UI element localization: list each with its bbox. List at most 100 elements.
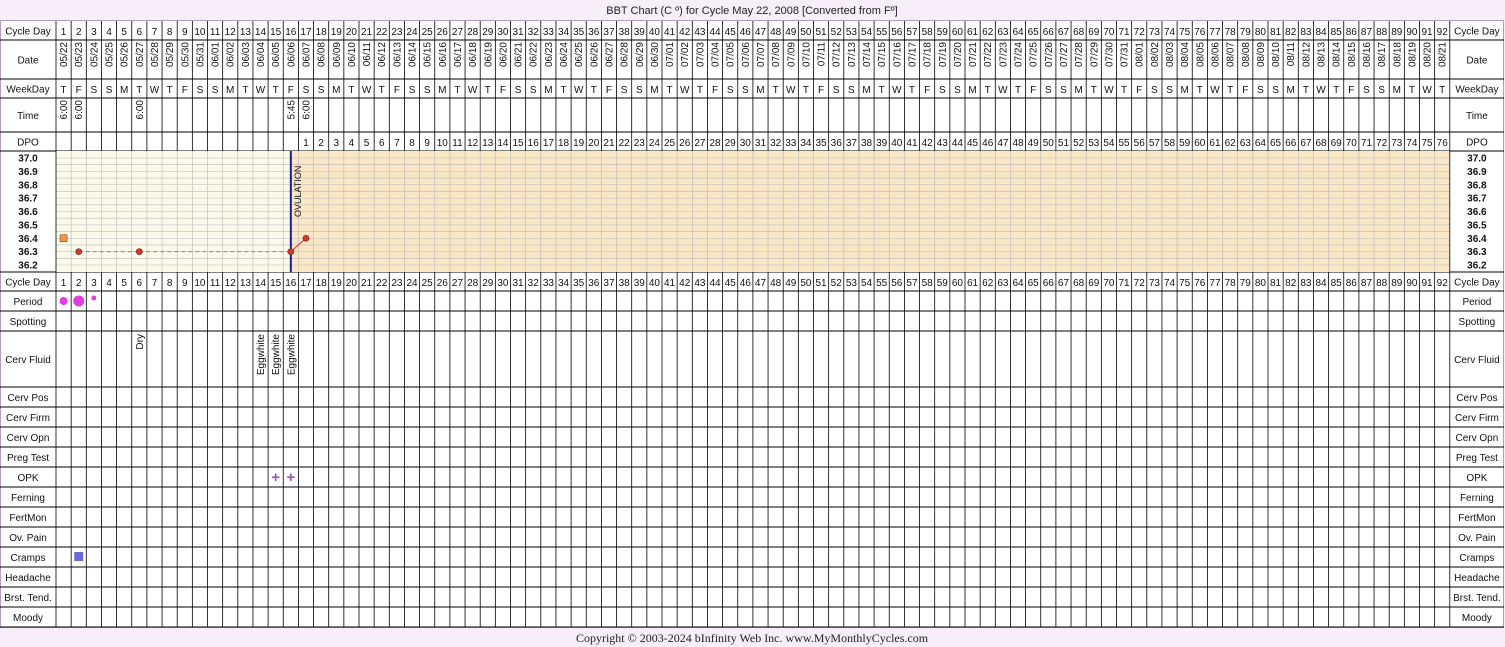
time-label: 6:00 xyxy=(301,100,312,120)
date-label: 08/19 xyxy=(1407,42,1418,67)
cycle-day-label: 13 xyxy=(240,27,252,38)
cycle-day-label: 92 xyxy=(1437,27,1449,38)
row-label-headache: Headache xyxy=(5,573,51,584)
cycle-day-label: 83 xyxy=(1300,27,1312,38)
cycle-day-label-bottom: 31 xyxy=(513,278,525,289)
cycle-day-label-bottom: 24 xyxy=(406,278,418,289)
dpo-label: 12 xyxy=(467,138,479,149)
cerv-fluid-label: Eggwhite xyxy=(256,334,267,376)
cycle-day-label: 40 xyxy=(649,27,661,38)
dpo-label: 17 xyxy=(543,138,555,149)
dpo-label: 23 xyxy=(634,138,646,149)
dpo-label: 57 xyxy=(1149,138,1161,149)
cycle-day-label-bottom: 23 xyxy=(391,278,403,289)
row-label-right-cycle-day: Cycle Day xyxy=(1454,27,1500,38)
dpo-label: 69 xyxy=(1331,138,1343,149)
dpo-label: 54 xyxy=(1103,138,1115,149)
cycle-day-label-bottom: 33 xyxy=(543,278,555,289)
cycle-day-label: 52 xyxy=(831,27,843,38)
cycle-day-label: 21 xyxy=(361,27,373,38)
cycle-day-label: 87 xyxy=(1361,27,1373,38)
weekday-label: S xyxy=(636,85,643,96)
weekday-label: T xyxy=(909,85,915,96)
cycle-day-label: 5 xyxy=(121,27,127,38)
dpo-label: 53 xyxy=(1088,138,1100,149)
y-tick-label: 36.5 xyxy=(18,220,38,231)
temp-point xyxy=(287,248,295,255)
date-label: 06/23 xyxy=(544,42,555,67)
y-tick-label: 36.4 xyxy=(18,234,38,245)
date-label: 07/23 xyxy=(998,42,1009,67)
cycle-day-label-bottom: 18 xyxy=(316,278,328,289)
cycle-day-label: 26 xyxy=(437,27,449,38)
weekday-label: W xyxy=(998,85,1008,96)
open-temp-marker xyxy=(59,234,68,243)
weekday-label: M xyxy=(1181,85,1189,96)
date-label: 06/06 xyxy=(286,42,297,67)
weekday-label: F xyxy=(182,85,188,96)
period-dot xyxy=(91,295,97,301)
cycle-day-label: 36 xyxy=(588,27,600,38)
weekday-label: T xyxy=(167,85,173,96)
weekday-label: S xyxy=(1045,85,1052,96)
cycle-day-label: 85 xyxy=(1331,27,1343,38)
date-label: 07/03 xyxy=(695,42,706,67)
cycle-day-label: 56 xyxy=(891,27,903,38)
row-label-right-ferning: Ferning xyxy=(1460,493,1494,504)
cycle-day-label: 33 xyxy=(543,27,555,38)
time-label: 6:00 xyxy=(135,100,146,120)
dpo-label: 59 xyxy=(1179,138,1191,149)
cycle-day-label: 79 xyxy=(1240,27,1252,38)
cycle-day-label-bottom: 14 xyxy=(255,278,267,289)
weekday-label: M xyxy=(1287,85,1295,96)
cycle-day-label-bottom: 36 xyxy=(588,278,600,289)
dpo-label: 36 xyxy=(831,138,843,149)
cycle-day-label: 90 xyxy=(1406,27,1418,38)
date-label: 06/14 xyxy=(408,42,419,67)
y-tick-label-right: 36.3 xyxy=(1467,247,1487,258)
cerv-fluid-label: Eggwhite xyxy=(286,334,297,376)
date-label: 05/24 xyxy=(89,42,100,67)
row-label-preg-test: Preg Test xyxy=(7,453,49,464)
cycle-day-label: 86 xyxy=(1346,27,1358,38)
cycle-day-label: 16 xyxy=(285,27,297,38)
row-label-ov-pain: Ov. Pain xyxy=(9,533,47,544)
cycle-day-label-bottom: 64 xyxy=(1012,278,1024,289)
cycle-day-label-bottom: 22 xyxy=(376,278,388,289)
date-label: 06/16 xyxy=(438,42,449,67)
date-label: 08/04 xyxy=(1180,42,1191,67)
cycle-day-label: 55 xyxy=(876,27,888,38)
cerv-fluid-label: Dry xyxy=(135,334,146,350)
chart-grid: Cycle Day Cycle Day Date Date WeekDay WeekDay… xyxy=(0,20,1504,628)
opk-positive-mark: + xyxy=(286,469,295,486)
cycle-day-label: 88 xyxy=(1376,27,1388,38)
date-label: 07/17 xyxy=(907,42,918,67)
weekday-label: T xyxy=(61,85,67,96)
weekday-label: M xyxy=(756,85,764,96)
cycle-day-label-bottom: 15 xyxy=(270,278,282,289)
date-label: 07/30 xyxy=(1104,42,1115,67)
cycle-day-label-bottom: 66 xyxy=(1043,278,1055,289)
date-label: 08/02 xyxy=(1150,42,1161,67)
dpo-label: 41 xyxy=(906,138,918,149)
cycle-day-label-bottom: 20 xyxy=(346,278,358,289)
cycle-day-label: 91 xyxy=(1422,27,1434,38)
weekday-label: M xyxy=(438,85,446,96)
cycle-day-label-bottom: 70 xyxy=(1103,278,1115,289)
date-label: 06/27 xyxy=(604,42,615,67)
cycle-day-label-bottom: 68 xyxy=(1073,278,1085,289)
cycle-day-label-bottom: 10 xyxy=(194,278,206,289)
cycle-day-label: 63 xyxy=(997,27,1009,38)
cycle-day-label: 82 xyxy=(1285,27,1297,38)
date-label: 07/11 xyxy=(817,42,828,67)
row-label-cycle-day: Cycle Day xyxy=(5,27,51,38)
dpo-label: 61 xyxy=(1209,138,1221,149)
cycle-day-label-bottom: 50 xyxy=(800,278,812,289)
cycle-day-label-bottom: 58 xyxy=(922,278,934,289)
y-tick-label-right: 36.2 xyxy=(1467,261,1487,272)
cycle-day-label: 76 xyxy=(1194,27,1206,38)
cycle-day-label: 53 xyxy=(846,27,858,38)
weekday-label: S xyxy=(409,85,416,96)
cycle-day-label-bottom: 34 xyxy=(558,278,570,289)
row-label-right-opk: OPK xyxy=(1466,473,1487,484)
